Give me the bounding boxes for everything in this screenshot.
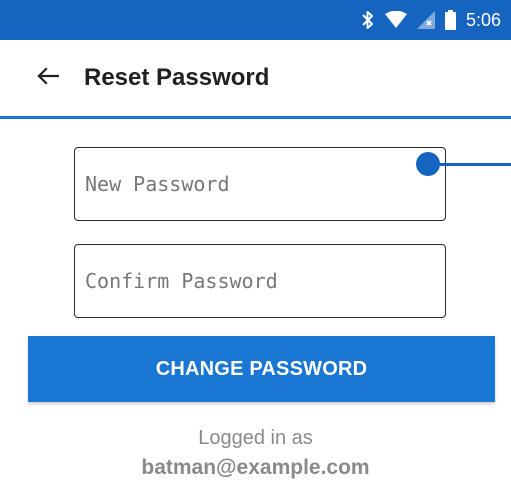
battery-icon [444,10,456,30]
touch-indicator-dot [416,152,440,176]
app-bar-divider [0,116,511,119]
status-time: 5:06 [465,9,501,30]
signal-icon [416,11,435,29]
change-password-button[interactable]: CHANGE PASSWORD [28,336,495,402]
page-title: Reset Password [84,64,270,91]
reset-password-screen: 5:06 Reset Password CHANGE PASSWORD Logg… [0,0,511,484]
back-button[interactable] [20,50,76,106]
status-bar: 5:06 [0,0,511,40]
confirm-password-field[interactable] [74,244,446,318]
change-password-label: CHANGE PASSWORD [155,357,368,380]
new-password-field[interactable] [74,147,446,221]
app-bar: Reset Password [0,40,511,116]
logged-in-label: Logged in as [198,427,313,449]
touch-indicator-line [438,163,511,166]
arrow-left-icon [37,66,60,90]
wifi-icon [384,11,407,29]
logged-in-email: batman@example.com [141,456,370,479]
new-password-input[interactable] [75,148,445,220]
bluetooth-icon [361,10,375,30]
confirm-password-input[interactable] [75,245,445,317]
